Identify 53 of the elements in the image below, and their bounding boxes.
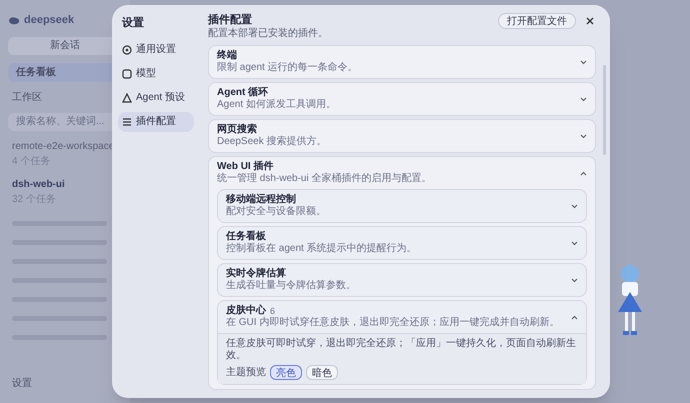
theme-option[interactable]: 暗色: [306, 365, 338, 380]
settings-tab[interactable]: Agent 预设: [118, 88, 194, 108]
logo-text: deepseek: [24, 13, 74, 28]
plugin-title: 实时令牌估算: [226, 268, 286, 280]
skin-hint-text: 任意皮肤可即时试穿，退出即完全还原；「应用」一键持久化，页面自动刷新生效。: [226, 338, 577, 362]
chevron-down-icon: [580, 60, 587, 64]
close-button[interactable]: [584, 15, 596, 27]
plugin-description: 统一管理 dsh-web-ui 全家桶插件的启用与配置。: [217, 173, 432, 185]
plugin-title: 移动端远程控制: [226, 194, 296, 206]
plugin-header[interactable]: Web UI 插件 统一管理 dsh-web-ui 全家桶插件的启用与配置。: [209, 157, 595, 189]
plugin-description: Agent 如何派发工具调用。: [217, 99, 336, 111]
chevron-down-icon: [571, 278, 578, 282]
chevron-down-icon: [580, 134, 587, 138]
plugin-description: 在 GUI 内即时试穿任意皮肤，退出即完全还原；应用一键完成并自动刷新。: [226, 317, 560, 329]
dialog-title: 设置: [120, 16, 145, 31]
chevron-down-icon: [580, 96, 587, 102]
chevron-up-icon: [571, 314, 578, 320]
section-subtitle: 配置本部署已安装的插件。: [208, 27, 328, 40]
theme-option[interactable]: 亮色: [270, 365, 302, 380]
triangle-icon: [122, 92, 132, 102]
plugin-header[interactable]: 网页搜索 DeepSeek 搜索提供方。: [209, 120, 595, 152]
plugin-description: 控制看板在 agent 系统提示中的提醒行为。: [226, 243, 417, 255]
open-config-button[interactable]: 打开配置文件: [498, 13, 576, 29]
whale-logo-icon: [8, 16, 20, 25]
preview-label: 主题预览: [226, 366, 266, 380]
plugin-description: 限制 agent 运行的每一条命令。: [217, 62, 358, 74]
plugin-title: 任务看板: [226, 231, 266, 242]
chevron-up-icon: [580, 170, 587, 176]
cube-icon: [122, 68, 132, 78]
plugin-title: 网页搜索: [217, 124, 257, 136]
plugin-title: Web UI 插件: [217, 161, 274, 172]
plugin-header[interactable]: 皮肤中心 6 在 GUI 内即时试穿任意皮肤，退出即完全还原；应用一键完成并自动刷新。: [218, 301, 586, 333]
close-icon: [586, 17, 594, 25]
count-label: 6: [270, 305, 276, 317]
plugin-description: 生成吞吐量与令牌估算参数。: [226, 280, 356, 292]
plugin-title: 皮肤中心: [226, 305, 266, 316]
chevron-down-icon: [571, 204, 578, 208]
scrollbar-thumb[interactable]: [603, 65, 606, 155]
chevron-down-icon: [571, 240, 578, 246]
plugin-header[interactable]: 任务看板 控制看板在 agent 系统提示中的提醒行为。: [218, 227, 586, 259]
section-label: 工作区: [11, 90, 43, 104]
plugin-title: Agent 循环: [217, 87, 268, 98]
plugin-header[interactable]: 移动端远程控制 配对安全与设备限额。: [218, 190, 586, 222]
settings-tab[interactable]: 插件配置: [118, 112, 194, 132]
sliders-icon: [122, 116, 132, 126]
plugin-description: DeepSeek 搜索提供方。: [217, 136, 326, 148]
plugin-header[interactable]: 实时令牌估算 生成吞吐量与令牌估算参数。: [218, 264, 586, 296]
section-heading: 插件配置: [208, 13, 253, 27]
plugin-description: 配对安全与设备限额。: [226, 206, 326, 218]
gear-icon: [122, 44, 132, 54]
plugin-title: 终端: [217, 50, 237, 62]
plugin-header[interactable]: 终端 限制 agent 运行的每一条命令。: [209, 46, 595, 78]
plugin-header[interactable]: Agent 循环 Agent 如何派发工具调用。: [209, 83, 595, 115]
